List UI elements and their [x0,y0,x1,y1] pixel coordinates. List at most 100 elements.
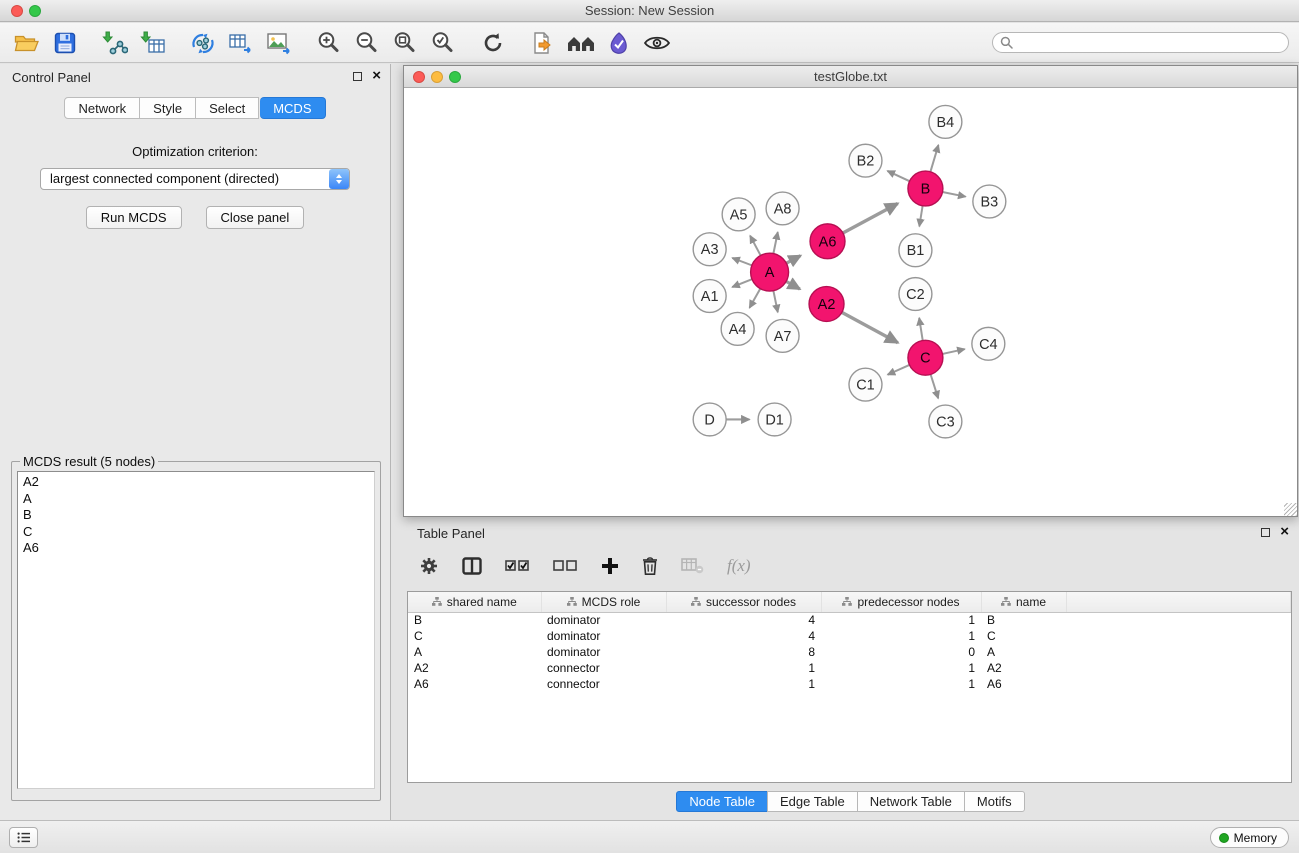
table-cell[interactable]: dominator [541,644,666,660]
table-cell[interactable]: 1 [821,628,981,644]
network-canvas[interactable]: B4B2BB3A5A8A6B1A3AC2A1A2A4A7C4CC1C3DD1 [404,89,1297,516]
graph-node-D[interactable]: D [693,403,726,436]
column-header-successor-nodes[interactable]: successor nodes [666,592,821,612]
zoom-network-window-button[interactable] [449,71,461,83]
table-settings-button[interactable] [419,556,439,576]
tab-network[interactable]: Network [64,97,140,119]
import-table-button[interactable] [136,27,170,59]
table-row[interactable]: A2connector11A2 [408,660,1291,676]
graph-edge-A-A5[interactable] [750,236,760,256]
graph-edge-C-C3[interactable] [931,374,939,398]
graph-edge-B-B2[interactable] [887,171,909,181]
graph-node-B1[interactable]: B1 [899,234,932,267]
table-cell[interactable]: C [408,628,541,644]
export-image-button[interactable] [262,27,296,59]
column-header-name[interactable]: name [981,592,1066,612]
close-panel-icon[interactable]: × [372,71,381,81]
close-table-panel-icon[interactable]: × [1280,527,1289,537]
result-item[interactable]: A [23,491,369,508]
table-cell[interactable]: B [408,612,541,628]
graph-node-A8[interactable]: A8 [766,192,799,225]
show-hide-button[interactable] [640,27,674,59]
table-row[interactable]: A6connector11A6 [408,676,1291,692]
graph-node-B2[interactable]: B2 [849,144,882,177]
close-panel-button[interactable]: Close panel [206,206,305,229]
delete-column-button[interactable] [642,556,658,576]
network-window-titlebar[interactable]: testGlobe.txt [404,66,1297,88]
zoom-out-button[interactable] [350,27,384,59]
result-item[interactable]: C [23,524,369,541]
table-cell[interactable]: B [981,612,1066,628]
table-row[interactable]: Cdominator41C [408,628,1291,644]
optimization-criterion-select[interactable]: largest connected component (directed) [40,168,350,190]
open-session-button[interactable] [10,27,44,59]
graph-edge-A-A2[interactable] [786,281,800,289]
graph-node-C3[interactable]: C3 [929,405,962,438]
close-network-window-button[interactable] [413,71,425,83]
graph-node-B4[interactable]: B4 [929,105,962,138]
run-mcds-button[interactable]: Run MCDS [86,206,182,229]
zoom-window-button[interactable] [29,5,41,17]
save-session-button[interactable] [48,27,82,59]
tab-edge-table[interactable]: Edge Table [767,791,858,812]
graph-node-C2[interactable]: C2 [899,278,932,311]
float-table-panel-icon[interactable] [1261,528,1270,537]
graph-node-B3[interactable]: B3 [973,185,1006,218]
graph-edge-C-C2[interactable] [919,318,922,341]
graph-node-A6[interactable]: A6 [810,224,845,259]
zoom-selected-button[interactable] [426,27,460,59]
column-header-predecessor-nodes[interactable]: predecessor nodes [821,592,981,612]
graph-edge-A-A3[interactable] [732,258,752,265]
column-header-MCDS-role[interactable]: MCDS role [541,592,666,612]
graph-node-C4[interactable]: C4 [972,327,1005,360]
memory-button[interactable]: Memory [1210,827,1289,848]
tab-network-table[interactable]: Network Table [857,791,965,812]
result-item[interactable]: A6 [23,540,369,557]
table-cell[interactable]: A [981,644,1066,660]
table-cell[interactable]: dominator [541,612,666,628]
table-cell[interactable]: connector [541,676,666,692]
resize-grip[interactable] [1284,503,1297,516]
network-from-url-button[interactable] [186,27,220,59]
graph-node-A5[interactable]: A5 [722,198,755,231]
table-cell[interactable]: A6 [408,676,541,692]
table-cell[interactable]: 1 [821,612,981,628]
graph-node-C1[interactable]: C1 [849,368,882,401]
home-view-button[interactable] [564,27,598,59]
graph-node-B[interactable]: B [908,171,943,206]
export-network-button[interactable] [526,27,560,59]
import-network-button[interactable] [98,27,132,59]
apply-style-button[interactable] [602,27,636,59]
mcds-result-list[interactable]: A2ABCA6 [17,471,375,789]
result-item[interactable]: A2 [23,474,369,491]
zoom-fit-button[interactable] [388,27,422,59]
show-columns-button[interactable] [462,557,482,575]
export-table-button[interactable] [224,27,258,59]
table-cell[interactable]: dominator [541,628,666,644]
tab-select[interactable]: Select [196,97,259,119]
graph-edge-A-A7[interactable] [773,291,777,312]
table-row[interactable]: Bdominator41B [408,612,1291,628]
tab-node-table[interactable]: Node Table [676,791,768,812]
zoom-in-button[interactable] [312,27,346,59]
table-cell[interactable]: A2 [981,660,1066,676]
table-cell[interactable]: A2 [408,660,541,676]
table-row[interactable]: Adominator80A [408,644,1291,660]
graph-edge-B-B3[interactable] [942,192,965,197]
table-cell[interactable]: C [981,628,1066,644]
table-cell[interactable]: 8 [666,644,821,660]
select-all-button[interactable] [505,559,530,573]
table-cell[interactable]: A [408,644,541,660]
table-cell[interactable]: A6 [981,676,1066,692]
graph-node-A4[interactable]: A4 [721,312,754,345]
graph-node-A3[interactable]: A3 [693,233,726,266]
graph-edge-C-C1[interactable] [888,365,910,375]
graph-node-D1[interactable]: D1 [758,403,791,436]
tab-mcds[interactable]: MCDS [260,97,325,119]
graph-node-A1[interactable]: A1 [693,280,726,313]
table-cell[interactable]: 1 [666,676,821,692]
table-cell[interactable]: 4 [666,612,821,628]
show-panels-button[interactable] [9,827,38,848]
search-input[interactable] [992,32,1289,53]
tab-motifs[interactable]: Motifs [964,791,1025,812]
